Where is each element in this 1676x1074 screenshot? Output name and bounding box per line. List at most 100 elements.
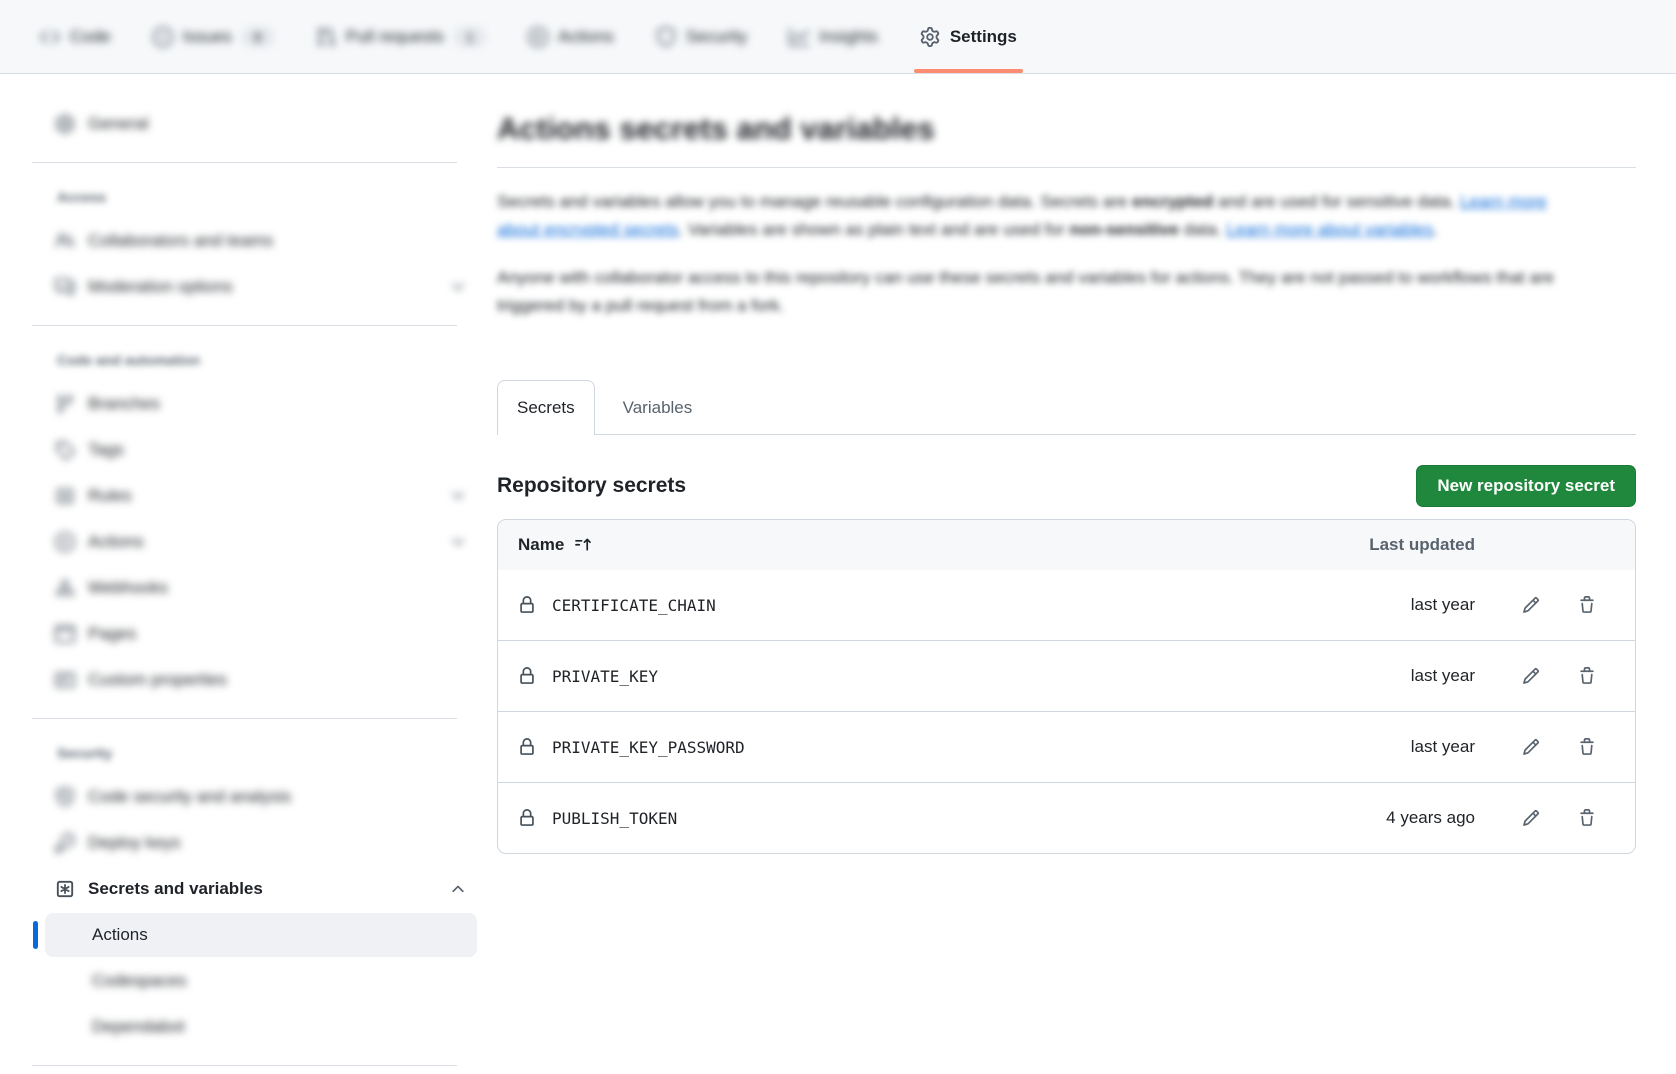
title-divider [497, 167, 1636, 168]
sidebar-item-label: Tags [88, 440, 124, 460]
text-segment-bold: non-sensitive [1069, 220, 1179, 239]
secret-name: PRIVATE_KEY_PASSWORD [552, 738, 745, 757]
edit-secret-button[interactable] [1513, 729, 1549, 765]
sidebar-subitem-codespaces[interactable]: Codespaces [45, 959, 477, 1003]
lock-icon [518, 808, 536, 828]
sidebar-item-label: Collaborators and teams [88, 231, 273, 251]
chevron-up-icon [449, 880, 467, 898]
trash-icon [1578, 809, 1596, 827]
sidebar-item-label: Branches [88, 394, 160, 414]
edit-secret-button[interactable] [1513, 587, 1549, 623]
sidebar-item-moderation-options[interactable]: Moderation options [45, 265, 477, 309]
sidebar-divider [32, 325, 457, 326]
collaborator-note-paragraph: Anyone with collaborator access to this … [497, 264, 1577, 320]
key-asterisk-icon [55, 879, 75, 899]
sidebar-section-access: Access [57, 189, 477, 205]
sidebar-subitem-label: Codespaces [92, 971, 187, 991]
sidebar-item-tags[interactable]: Tags [45, 428, 477, 472]
tab-variables[interactable]: Variables [603, 380, 713, 435]
text-segment: Secrets and variables allow you to manag… [497, 192, 1132, 211]
shield-icon [656, 27, 676, 47]
sidebar-item-secrets-and-variables[interactable]: Secrets and variables [45, 867, 477, 911]
column-header-name[interactable]: Name [518, 535, 1305, 555]
lock-icon [518, 666, 536, 686]
sidebar-item-general[interactable]: General [45, 102, 477, 146]
text-segment: . [1433, 220, 1438, 239]
pencil-icon [1522, 596, 1540, 614]
nav-tab-label: Code [70, 27, 111, 47]
delete-secret-button[interactable] [1569, 587, 1605, 623]
sidebar-subitem-actions[interactable]: Actions [45, 913, 477, 957]
sidebar-item-collaborators[interactable]: Collaborators and teams [45, 219, 477, 263]
repository-secrets-table: Name Last updated CERTIFICATE_CHAIN last… [497, 519, 1636, 854]
sidebar-subitem-dependabot[interactable]: Dependabot [45, 1005, 477, 1049]
nav-tab-label: Pull requests [346, 27, 444, 47]
nav-tab-code[interactable]: Code [24, 0, 127, 73]
git-branch-icon [55, 394, 75, 414]
text-segment: data. [1179, 220, 1226, 239]
sidebar-item-code-security[interactable]: Code security and analysis [45, 775, 477, 819]
gear-icon [55, 114, 75, 134]
git-pull-request-icon [316, 27, 336, 47]
play-icon [528, 27, 548, 47]
trash-icon [1578, 738, 1596, 756]
sidebar-item-custom-properties[interactable]: Custom properties [45, 658, 477, 702]
sidebar-item-label: Webhooks [88, 578, 168, 598]
nav-tab-actions[interactable]: Actions [512, 0, 630, 73]
note-icon [55, 670, 75, 690]
browser-icon [55, 624, 75, 644]
table-row: CERTIFICATE_CHAIN last year [498, 570, 1635, 640]
sidebar-subitem-label: Actions [92, 925, 148, 945]
sidebar-item-label: Rules [88, 486, 131, 506]
delete-secret-button[interactable] [1569, 800, 1605, 836]
repo-tab-bar: Code Issues 8 Pull requests 1 Actions Se… [0, 0, 1676, 74]
sidebar-item-deploy-keys[interactable]: Deploy keys [45, 821, 477, 865]
trash-icon [1578, 667, 1596, 685]
chevron-down-icon [449, 278, 467, 296]
secret-last-updated: last year [1305, 666, 1475, 686]
secrets-variables-tabnav: Secrets Variables [497, 380, 1636, 435]
delete-secret-button[interactable] [1569, 658, 1605, 694]
sidebar-item-label: Actions [88, 532, 144, 552]
pencil-icon [1522, 809, 1540, 827]
sidebar-section-code-and-automation: Code and automation [57, 352, 477, 368]
sidebar-item-rules[interactable]: Rules [45, 474, 477, 518]
chevron-down-icon [449, 533, 467, 551]
edit-secret-button[interactable] [1513, 658, 1549, 694]
play-icon [55, 532, 75, 552]
delete-secret-button[interactable] [1569, 729, 1605, 765]
nav-tab-label: Insights [819, 27, 878, 47]
new-repository-secret-button[interactable]: New repository secret [1416, 465, 1636, 507]
sidebar-item-label: Secrets and variables [88, 879, 263, 899]
table-row: PRIVATE_KEY_PASSWORD last year [498, 711, 1635, 782]
secret-name: CERTIFICATE_CHAIN [552, 596, 716, 615]
variables-link[interactable]: Learn more about variables [1226, 220, 1433, 239]
tag-icon [55, 440, 75, 460]
nav-tab-insights[interactable]: Insights [773, 0, 894, 73]
sidebar-item-actions[interactable]: Actions [45, 520, 477, 564]
nav-tab-security[interactable]: Security [640, 0, 763, 73]
sidebar-item-label: Deploy keys [88, 833, 181, 853]
secret-name: PRIVATE_KEY [552, 667, 658, 686]
sidebar-item-label: Moderation options [88, 277, 233, 297]
sidebar-subitem-label: Dependabot [92, 1017, 185, 1037]
page-title: Actions secrets and variables [497, 108, 1636, 150]
sidebar-divider [32, 162, 457, 163]
secret-last-updated: 4 years ago [1305, 808, 1475, 828]
sidebar-item-label: Code security and analysis [88, 787, 291, 807]
sidebar-item-label: Pages [88, 624, 136, 644]
nav-tab-issues[interactable]: Issues 8 [137, 0, 290, 73]
webhook-icon [55, 578, 75, 598]
sidebar-item-webhooks[interactable]: Webhooks [45, 566, 477, 610]
sidebar-divider [32, 718, 457, 719]
edit-secret-button[interactable] [1513, 800, 1549, 836]
nav-tab-label: Security [686, 27, 747, 47]
pencil-icon [1522, 667, 1540, 685]
nav-tab-pull-requests[interactable]: Pull requests 1 [300, 0, 502, 73]
sidebar-divider [32, 1065, 457, 1066]
sidebar-item-branches[interactable]: Branches [45, 382, 477, 426]
sidebar-item-pages[interactable]: Pages [45, 612, 477, 656]
nav-tab-settings[interactable]: Settings [904, 0, 1033, 73]
tab-secrets[interactable]: Secrets [497, 380, 595, 435]
intro-paragraph: Secrets and variables allow you to manag… [497, 188, 1577, 244]
